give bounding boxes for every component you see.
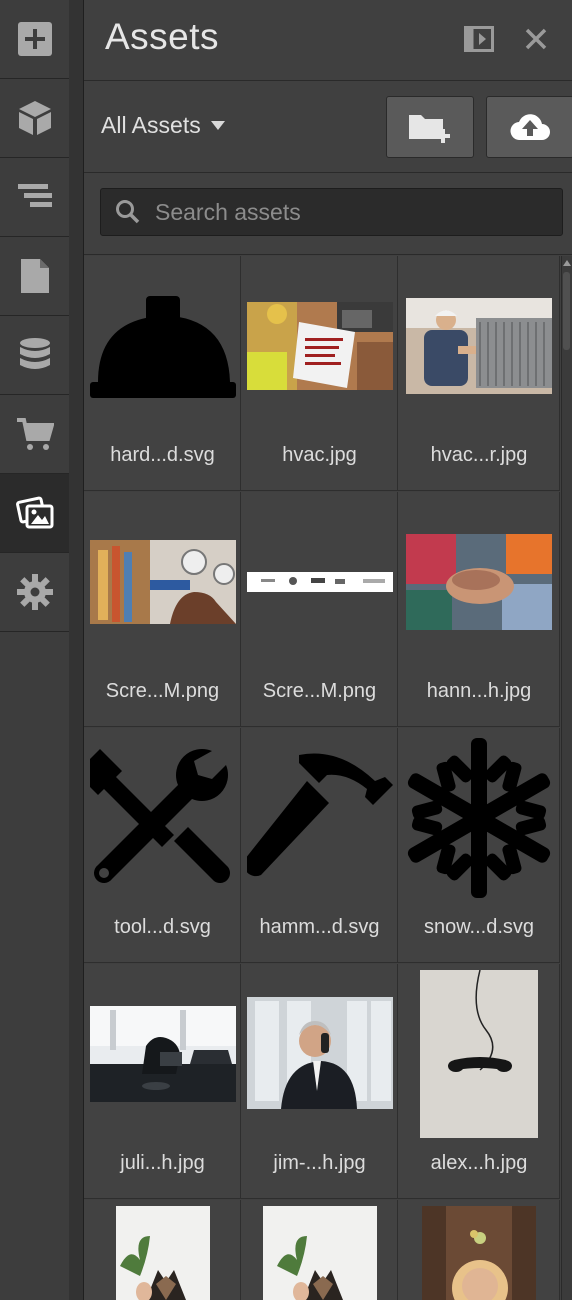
dock-panel-button[interactable] bbox=[462, 22, 496, 56]
asset-name: alex...h.jpg bbox=[430, 1152, 528, 1174]
asset-thumbnail bbox=[90, 286, 236, 406]
assets-button[interactable] bbox=[0, 474, 69, 553]
search-row bbox=[84, 174, 572, 255]
snowflake-icon bbox=[407, 738, 551, 898]
cloud-upload-icon bbox=[510, 114, 550, 141]
hardhat-icon bbox=[90, 296, 236, 398]
panel-header: Assets bbox=[84, 0, 572, 81]
database-icon bbox=[19, 338, 50, 369]
woman-tree-photo bbox=[422, 1206, 536, 1300]
asset-name: hvac.jpg bbox=[282, 444, 357, 466]
asset-filter-label: All Assets bbox=[101, 112, 201, 138]
rail-divider bbox=[69, 0, 84, 1300]
ecommerce-button[interactable] bbox=[0, 395, 69, 474]
hanging-phone-photo bbox=[420, 970, 538, 1138]
asset-thumbnail bbox=[247, 286, 393, 406]
screenshot-strip-photo bbox=[247, 572, 393, 592]
cart-icon bbox=[16, 418, 54, 450]
gear-icon bbox=[16, 574, 53, 610]
tools-icon bbox=[90, 749, 230, 883]
asset-filter-dropdown[interactable]: All Assets bbox=[101, 112, 225, 139]
asset-name: hamm...d.svg bbox=[259, 916, 380, 938]
asset-tile[interactable] bbox=[241, 1200, 398, 1300]
asset-thumbnail bbox=[404, 970, 554, 1138]
asset-tile[interactable]: Scre...M.png bbox=[241, 492, 398, 727]
panel-title: Assets bbox=[105, 16, 220, 57]
asset-thumbnail bbox=[247, 748, 393, 888]
asset-grid-scrollbar[interactable] bbox=[561, 256, 572, 1300]
asset-name: tool...d.svg bbox=[114, 916, 211, 938]
asset-tile[interactable]: jim-...h.jpg bbox=[241, 964, 398, 1199]
asset-tile[interactable] bbox=[84, 1200, 241, 1300]
asset-name: hard...d.svg bbox=[110, 444, 215, 466]
hands-together-photo bbox=[406, 534, 552, 630]
asset-name: Scre...M.png bbox=[262, 680, 377, 702]
settings-button[interactable] bbox=[0, 553, 69, 632]
folder-add-icon bbox=[409, 115, 450, 143]
asset-thumbnail bbox=[247, 1206, 393, 1300]
asset-name: jim-...h.jpg bbox=[273, 1152, 366, 1174]
asset-tile[interactable]: Scre...M.png bbox=[84, 492, 241, 727]
left-toolbar-rail bbox=[0, 0, 70, 1300]
desk-phone-photo bbox=[90, 1006, 236, 1102]
close-icon bbox=[525, 28, 547, 50]
asset-tile[interactable]: hard...d.svg bbox=[84, 256, 241, 491]
asset-thumbnail bbox=[247, 522, 393, 642]
asset-tile[interactable]: tool...d.svg bbox=[84, 728, 241, 963]
asset-tile[interactable]: hvac.jpg bbox=[241, 256, 398, 491]
asset-thumbnail bbox=[404, 522, 554, 642]
scrollbar-thumb[interactable] bbox=[563, 272, 570, 350]
asset-thumbnail bbox=[90, 1206, 236, 1300]
scroll-up-arrow-icon[interactable] bbox=[563, 260, 571, 266]
asset-tile[interactable]: hann...h.jpg bbox=[398, 492, 560, 727]
asset-thumbnail bbox=[247, 988, 393, 1118]
page-icon bbox=[20, 259, 49, 293]
dog-plant-photo bbox=[116, 1206, 210, 1300]
search-box bbox=[100, 188, 563, 236]
search-input[interactable] bbox=[153, 197, 557, 227]
asset-thumbnail bbox=[404, 286, 554, 406]
asset-tile[interactable]: alex...h.jpg bbox=[398, 964, 560, 1199]
assets-toolbar: All Assets bbox=[84, 82, 572, 173]
asset-tile[interactable]: snow...d.svg bbox=[398, 728, 560, 963]
add-panel-button[interactable] bbox=[0, 0, 69, 79]
new-folder-button[interactable] bbox=[386, 96, 474, 158]
asset-tile[interactable]: juli...h.jpg bbox=[84, 964, 241, 1199]
asset-name: hann...h.jpg bbox=[426, 680, 532, 702]
businessman-phone-photo bbox=[247, 997, 393, 1109]
asset-tile[interactable]: hamm...d.svg bbox=[241, 728, 398, 963]
asset-thumbnail bbox=[90, 742, 236, 894]
asset-thumbnail bbox=[404, 1206, 554, 1300]
asset-name: juli...h.jpg bbox=[120, 1152, 205, 1174]
cms-button[interactable] bbox=[0, 316, 69, 395]
hvac-photo bbox=[247, 302, 393, 390]
assets-panel: Assets All Assets hard... bbox=[84, 0, 572, 1300]
search-icon bbox=[116, 200, 140, 224]
hvac-technician-photo bbox=[406, 298, 552, 394]
asset-thumbnail bbox=[404, 734, 554, 902]
asset-thumbnail bbox=[90, 522, 236, 642]
sidebar-toggle-icon bbox=[464, 26, 494, 52]
hammer-icon bbox=[247, 753, 393, 877]
asset-name: Scre...M.png bbox=[105, 680, 220, 702]
navigator-button[interactable] bbox=[0, 158, 69, 237]
chevron-down-icon bbox=[210, 121, 225, 130]
asset-tile[interactable]: hvac...r.jpg bbox=[398, 256, 560, 491]
assets-icon bbox=[15, 496, 53, 529]
asset-name: snow...d.svg bbox=[423, 916, 535, 938]
pages-button[interactable] bbox=[0, 237, 69, 316]
dog-plant-photo bbox=[263, 1206, 377, 1300]
screenshot-gauges-photo bbox=[90, 540, 236, 624]
close-panel-button[interactable] bbox=[519, 22, 553, 56]
asset-tile[interactable] bbox=[398, 1200, 560, 1300]
asset-thumbnail bbox=[90, 994, 236, 1114]
add-icon bbox=[17, 22, 52, 56]
navigator-icon bbox=[17, 184, 52, 207]
asset-name: hvac...r.jpg bbox=[430, 444, 528, 466]
cube-icon bbox=[18, 101, 51, 135]
components-button[interactable] bbox=[0, 79, 69, 158]
upload-button[interactable] bbox=[486, 96, 572, 158]
